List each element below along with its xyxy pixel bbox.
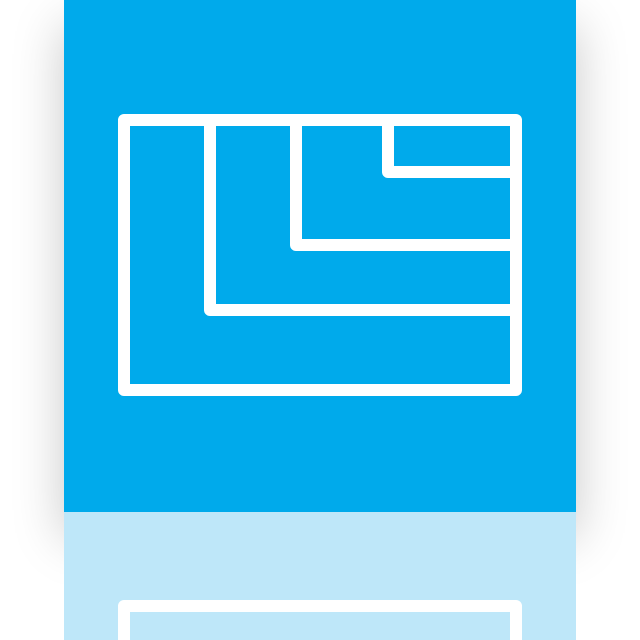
app-icon-canvas [0,0,640,640]
tile-reflection [64,512,576,640]
app-icon-tile[interactable] [64,0,576,512]
tile-background [64,0,576,512]
reflection-background [64,512,576,640]
layout-columns-icon [64,0,576,512]
reflection-graphic [64,512,576,640]
